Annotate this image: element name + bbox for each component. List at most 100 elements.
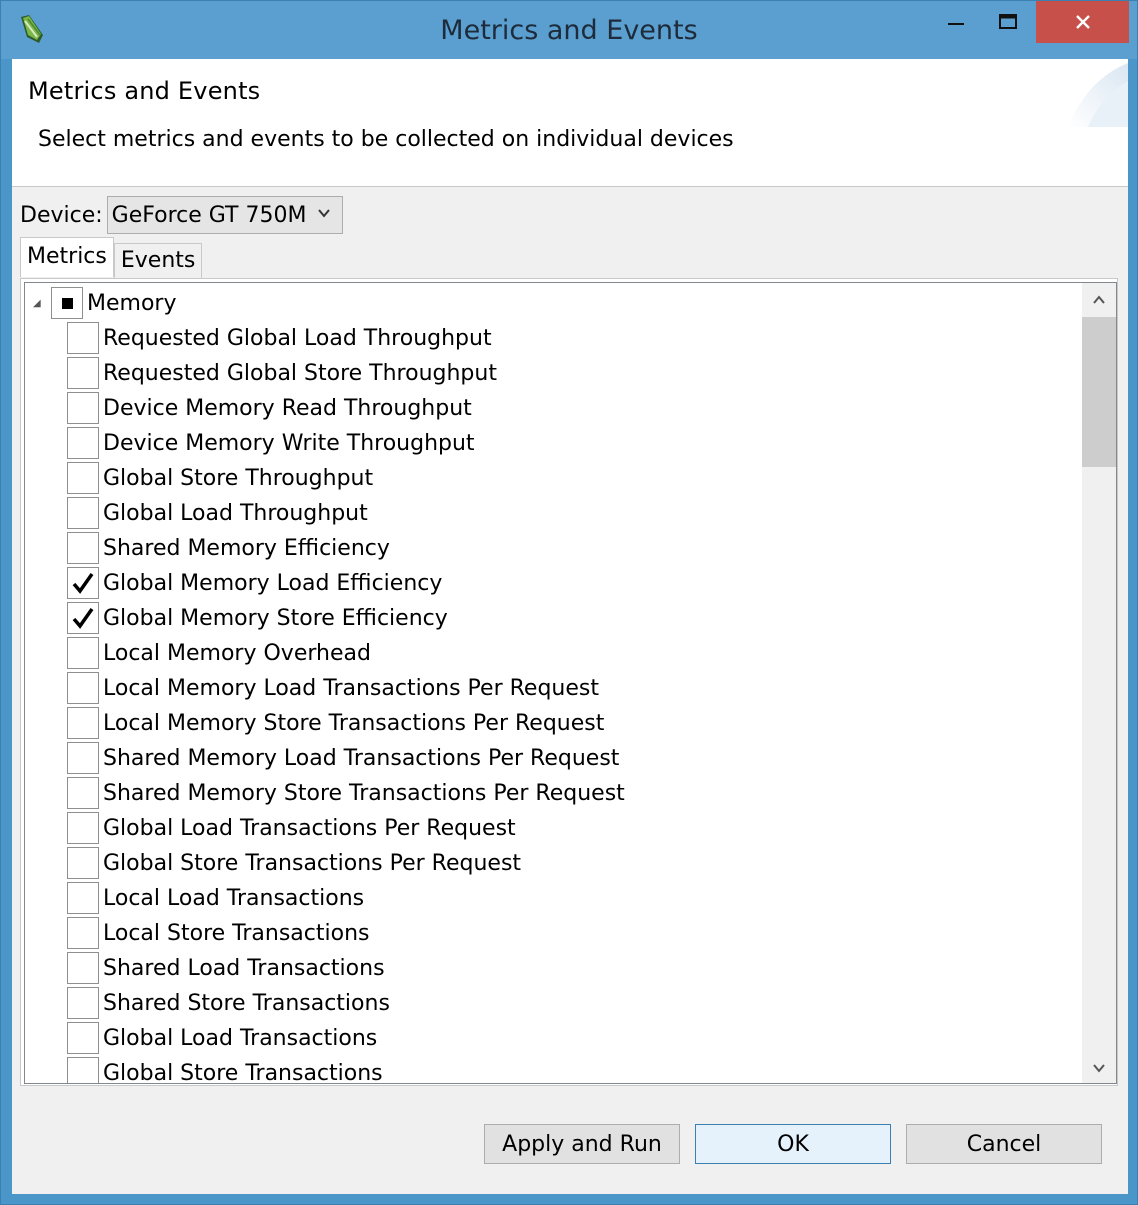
tree-item-label: Global Load Transactions Per Request (103, 815, 516, 841)
tree-item-label: Global Load Transactions (103, 1025, 378, 1051)
checkbox[interactable] (67, 357, 99, 389)
tab-events[interactable]: Events (113, 243, 203, 279)
checkbox[interactable] (67, 392, 99, 424)
tree-item[interactable]: Shared Memory Load Transactions Per Requ… (67, 742, 619, 774)
tree-item-label: Global Load Throughput (103, 500, 368, 526)
banner-decoration-icon (1068, 63, 1128, 127)
checkbox[interactable] (67, 707, 99, 739)
tree-item-label: Global Store Transactions (103, 1060, 383, 1084)
tab-metrics[interactable]: Metrics (20, 237, 114, 277)
tree-item-label: Local Store Transactions (103, 920, 370, 946)
checkmark-icon (72, 572, 94, 594)
title-bar[interactable]: Metrics and Events (1, 1, 1137, 59)
tree-item[interactable]: Global Memory Load Efficiency (67, 567, 442, 599)
tree-item[interactable]: Global Load Throughput (67, 497, 368, 529)
tree-item[interactable]: Local Load Transactions (67, 882, 364, 914)
tree-item-label: Shared Memory Load Transactions Per Requ… (103, 745, 620, 771)
tree-item[interactable]: Global Store Transactions Per Request (67, 847, 521, 879)
apply-and-run-button[interactable]: Apply and Run (484, 1124, 680, 1164)
checkbox-checked[interactable] (67, 602, 99, 634)
checkbox-memory[interactable] (51, 287, 83, 319)
checkbox[interactable] (67, 987, 99, 1019)
dialog-window: Metrics and Events Metrics and Events Se… (0, 0, 1138, 1205)
checkbox[interactable] (67, 637, 99, 669)
checkbox[interactable] (67, 462, 99, 494)
device-row: Device: GeForce GT 750M (20, 196, 343, 234)
tree-item[interactable]: Global Memory Store Efficiency (67, 602, 448, 634)
tree-item-label: Shared Store Transactions (103, 990, 390, 1016)
expand-triangle-icon[interactable]: ◢ (33, 298, 49, 309)
scroll-up-button[interactable] (1082, 283, 1116, 317)
tree-item-label: Local Load Transactions (103, 885, 365, 911)
banner-title: Metrics and Events (28, 77, 261, 105)
vertical-scrollbar[interactable] (1082, 283, 1116, 1083)
tree-item[interactable]: Device Memory Read Throughput (67, 392, 472, 424)
tree-item-label: Shared Memory Store Transactions Per Req… (103, 780, 625, 806)
checkbox[interactable] (67, 532, 99, 564)
tree-item[interactable]: Local Memory Load Transactions Per Reque… (67, 672, 599, 704)
tree-item-label: Shared Memory Efficiency (103, 535, 390, 561)
checkbox[interactable] (67, 742, 99, 774)
maximize-button[interactable] (983, 1, 1033, 43)
checkbox[interactable] (67, 322, 99, 354)
tree-item[interactable]: Local Memory Overhead (67, 637, 371, 669)
banner-message: Select metrics and events to be collecte… (38, 127, 734, 152)
close-icon (1075, 15, 1090, 29)
device-label: Device: (20, 202, 103, 228)
checkbox[interactable] (67, 952, 99, 984)
tree-item-label: Device Memory Write Throughput (103, 430, 475, 456)
tree-item[interactable]: Shared Memory Efficiency (67, 532, 390, 564)
tree-item[interactable]: Requested Global Load Throughput (67, 322, 492, 354)
tree-item-label: Local Memory Load Transactions Per Reque… (103, 675, 599, 701)
partial-check-icon (61, 297, 73, 309)
tree-item-label: Requested Global Store Throughput (103, 360, 497, 386)
tree-item[interactable]: Shared Store Transactions (67, 987, 390, 1019)
checkbox[interactable] (67, 1022, 99, 1054)
tree-item[interactable]: Global Store Throughput (67, 462, 373, 494)
tree-item[interactable]: Local Memory Store Transactions Per Requ… (67, 707, 604, 739)
metrics-tree[interactable]: ◢ Memory Requested Global Load Throughpu… (24, 282, 1117, 1084)
checkmark-icon (72, 607, 94, 629)
checkbox[interactable] (67, 497, 99, 529)
header-banner: Metrics and Events Select metrics and ev… (12, 59, 1128, 187)
tree-item-label: Local Memory Overhead (103, 640, 371, 666)
tree-item[interactable]: Shared Load Transactions (67, 952, 385, 984)
minimize-button[interactable] (931, 1, 981, 43)
tree-root-label: Memory (87, 290, 177, 316)
chevron-down-icon (1093, 1064, 1105, 1073)
metrics-panel: ◢ Memory Requested Global Load Throughpu… (20, 278, 1118, 1086)
ok-button[interactable]: OK (695, 1124, 891, 1164)
tree-item[interactable]: Global Load Transactions (67, 1022, 377, 1054)
checkbox[interactable] (67, 427, 99, 459)
tree-item[interactable]: Shared Memory Store Transactions Per Req… (67, 777, 625, 809)
checkbox[interactable] (67, 672, 99, 704)
tree-root-memory[interactable]: ◢ Memory (33, 287, 176, 319)
tree-item[interactable]: Requested Global Store Throughput (67, 357, 497, 389)
minimize-icon (948, 23, 964, 25)
cancel-button[interactable]: Cancel (906, 1124, 1102, 1164)
device-select[interactable]: GeForce GT 750M (106, 196, 343, 234)
maximize-icon (999, 14, 1017, 29)
close-button[interactable] (1036, 1, 1129, 43)
scrollbar-thumb[interactable] (1082, 317, 1116, 467)
scroll-down-button[interactable] (1082, 1051, 1116, 1083)
checkbox[interactable] (67, 1057, 99, 1083)
tree-item[interactable]: Global Store Transactions (67, 1057, 383, 1084)
chevron-down-icon (317, 209, 330, 218)
tree-item-label: Requested Global Load Throughput (103, 325, 492, 351)
checkbox[interactable] (67, 917, 99, 949)
tree-item[interactable]: Device Memory Write Throughput (67, 427, 475, 459)
checkbox[interactable] (67, 882, 99, 914)
checkbox[interactable] (67, 777, 99, 809)
tree-item[interactable]: Global Load Transactions Per Request (67, 812, 516, 844)
tree-item-label: Local Memory Store Transactions Per Requ… (103, 710, 605, 736)
chevron-up-icon (1093, 295, 1105, 304)
checkbox[interactable] (67, 847, 99, 879)
checkbox-checked[interactable] (67, 567, 99, 599)
checkbox[interactable] (67, 812, 99, 844)
tree-item[interactable]: Local Store Transactions (67, 917, 369, 949)
tab-strip: Metrics Events (20, 237, 203, 279)
tree-item-label: Global Store Throughput (103, 465, 374, 491)
tree-item-label: Device Memory Read Throughput (103, 395, 472, 421)
tree-item-label: Global Store Transactions Per Request (103, 850, 522, 876)
